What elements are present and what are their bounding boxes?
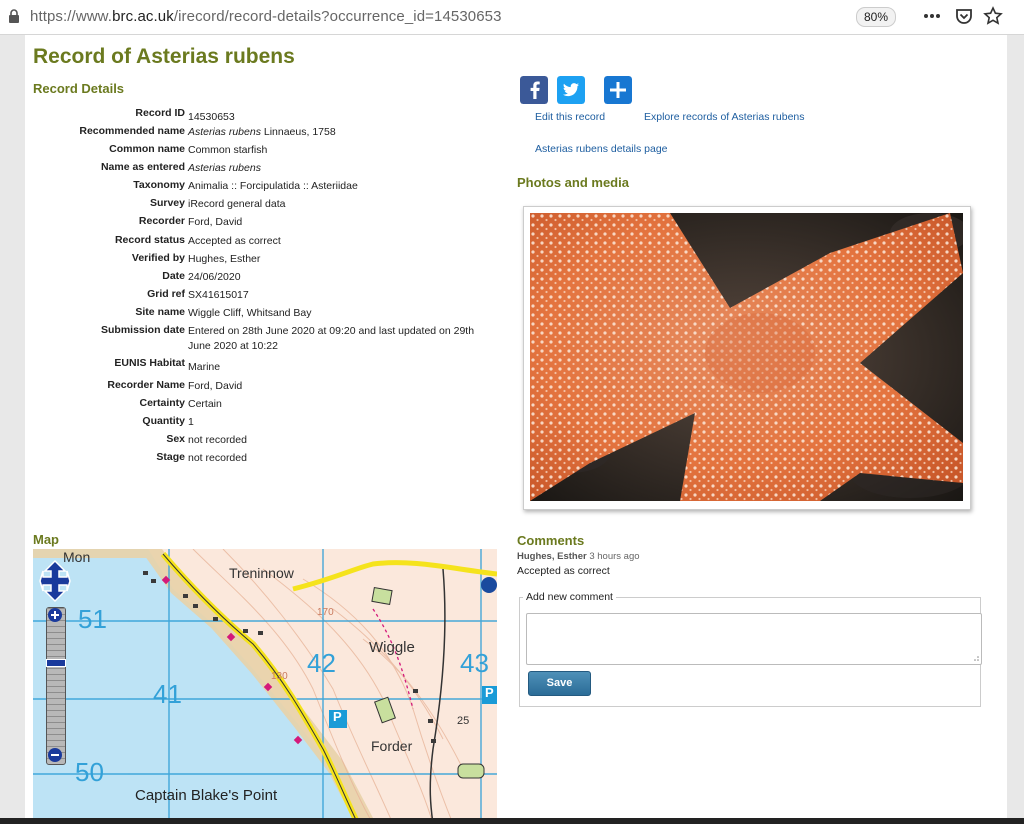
detail-label: Survey bbox=[149, 197, 185, 209]
map-grid-41: 41 bbox=[153, 679, 182, 709]
url-prefix: https://www. bbox=[30, 8, 113, 25]
map-label-treninnow: Treninnow bbox=[229, 565, 294, 581]
detail-label: Recorder Name bbox=[107, 379, 185, 391]
detail-label: Verified by bbox=[131, 252, 185, 264]
detail-label: Name as entered bbox=[100, 161, 185, 173]
detail-label: Record ID bbox=[135, 107, 185, 119]
map-parking-label: P bbox=[333, 709, 342, 724]
detail-label: Certainty bbox=[139, 397, 185, 409]
map-label-forder: Forder bbox=[371, 738, 413, 754]
map-parking-label-2: P bbox=[485, 685, 494, 700]
detail-label: EUNIS Habitat bbox=[114, 357, 185, 369]
twitter-share-icon[interactable] bbox=[557, 76, 585, 104]
photos-heading: Photos and media bbox=[517, 175, 629, 190]
detail-value: iRecord general data bbox=[188, 198, 286, 210]
map-grid-42: 42 bbox=[307, 648, 336, 678]
page-content: Record of Asterias rubens Record Details… bbox=[25, 35, 1007, 824]
detail-value: Hughes, Esther bbox=[188, 253, 261, 265]
detail-value-rest: Linnaeus, 1758 bbox=[260, 126, 336, 138]
detail-label: Record status bbox=[114, 234, 185, 246]
save-button[interactable]: Save bbox=[528, 671, 591, 696]
detail-label: Recorder bbox=[138, 215, 185, 227]
detail-value: Animalia :: Forcipulatida :: Asteriidae bbox=[188, 180, 358, 192]
comment-author: Hughes, Esther bbox=[517, 551, 587, 562]
detail-value: Asterias rubens Linnaeus, 1758 bbox=[188, 125, 493, 140]
record-photo[interactable] bbox=[523, 206, 971, 510]
detail-label: Grid ref bbox=[147, 288, 185, 300]
star-icon[interactable] bbox=[983, 6, 1003, 26]
map-contour-label-170: 170 bbox=[317, 607, 334, 618]
detail-value: not recorded bbox=[188, 434, 247, 446]
detail-value: SX41615017 bbox=[188, 289, 249, 301]
browser-toolbar: https://www.brc.ac.uk/irecord/record-det… bbox=[0, 0, 1024, 35]
facebook-share-icon[interactable] bbox=[520, 76, 548, 104]
detail-value: not recorded bbox=[188, 452, 247, 464]
comment-textarea[interactable] bbox=[526, 613, 982, 665]
map-label-captain-blakes-point: Captain Blake's Point bbox=[135, 787, 278, 804]
detail-label: Taxonomy bbox=[133, 179, 185, 191]
detail-value-taxon: Asterias rubens bbox=[188, 162, 261, 174]
map-view[interactable]: Mon Treninnow Wiggle Forder Captain Blak… bbox=[33, 549, 497, 824]
detail-value: Accepted as correct bbox=[188, 235, 281, 247]
detail-value-taxon: Asterias rubens bbox=[188, 126, 261, 138]
url-path: /irecord/record-details?occurrence_id=14… bbox=[173, 8, 502, 25]
detail-value: Common starfish bbox=[188, 144, 268, 156]
detail-label: Sex bbox=[166, 433, 185, 445]
record-details-heading: Record Details bbox=[33, 81, 125, 96]
add-comment-legend: Add new comment bbox=[523, 591, 616, 603]
detail-label: Date bbox=[162, 270, 185, 282]
comments-heading: Comments bbox=[517, 533, 585, 548]
zoom-slider[interactable] bbox=[46, 607, 66, 765]
map-label-wiggle: Wiggle bbox=[369, 639, 415, 656]
pocket-icon[interactable] bbox=[954, 6, 974, 26]
detail-label: Submission date bbox=[100, 324, 185, 336]
page-title: Record of Asterias rubens bbox=[33, 45, 295, 68]
comment-text: Accepted as correct bbox=[517, 565, 610, 577]
lock-icon bbox=[9, 9, 19, 23]
map-grid-43: 43 bbox=[460, 648, 489, 678]
zoom-out-icon[interactable] bbox=[46, 747, 64, 763]
detail-value: Wiggle Cliff, Whitsand Bay bbox=[188, 307, 312, 319]
zoom-slider-handle[interactable] bbox=[46, 659, 66, 667]
url-host: brc.ac.uk bbox=[112, 8, 174, 25]
resize-handle-icon[interactable] bbox=[971, 654, 979, 662]
address-bar[interactable]: https://www.brc.ac.uk/irecord/record-det… bbox=[30, 8, 502, 25]
map-grid-51: 51 bbox=[78, 604, 107, 634]
detail-value: 24/06/2020 bbox=[188, 271, 241, 283]
more-icon[interactable] bbox=[922, 6, 942, 26]
detail-value: Asterias rubens bbox=[188, 161, 493, 176]
zoom-level-button[interactable]: 80% bbox=[856, 7, 896, 27]
detail-label: Quantity bbox=[142, 415, 185, 427]
pan-control-icon[interactable] bbox=[39, 559, 71, 603]
screen-bottom-edge bbox=[0, 818, 1024, 824]
map-contour-label-130: 130 bbox=[271, 671, 288, 682]
detail-label: Stage bbox=[156, 451, 185, 463]
edit-record-link[interactable]: Edit this record bbox=[535, 111, 605, 123]
detail-label: Common name bbox=[109, 143, 185, 155]
map-grid-50: 50 bbox=[75, 757, 104, 787]
species-details-link[interactable]: Asterias rubens details page bbox=[535, 143, 668, 155]
map-contour-label: 25 bbox=[457, 715, 470, 727]
detail-value: Marine bbox=[188, 361, 221, 373]
comment-meta: Hughes, Esther 3 hours ago bbox=[517, 551, 640, 562]
detail-value: 1 bbox=[188, 416, 194, 428]
add-share-icon[interactable] bbox=[604, 76, 632, 104]
detail-value: Ford, David bbox=[188, 380, 243, 392]
zoom-in-icon[interactable] bbox=[46, 607, 64, 623]
comment-time: 3 hours ago bbox=[589, 551, 640, 562]
detail-value: Entered on 28th June 2020 at 09:20 and l… bbox=[188, 325, 475, 352]
map-heading: Map bbox=[33, 532, 59, 547]
starfish-photo bbox=[530, 213, 963, 501]
detail-value: 14530653 bbox=[188, 111, 235, 123]
detail-label: Site name bbox=[135, 306, 185, 318]
explore-records-link[interactable]: Explore records of Asterias rubens bbox=[644, 111, 805, 123]
detail-label: Recommended name bbox=[79, 125, 185, 137]
detail-value: Ford, David bbox=[188, 216, 243, 228]
detail-value: Certain bbox=[188, 398, 222, 410]
